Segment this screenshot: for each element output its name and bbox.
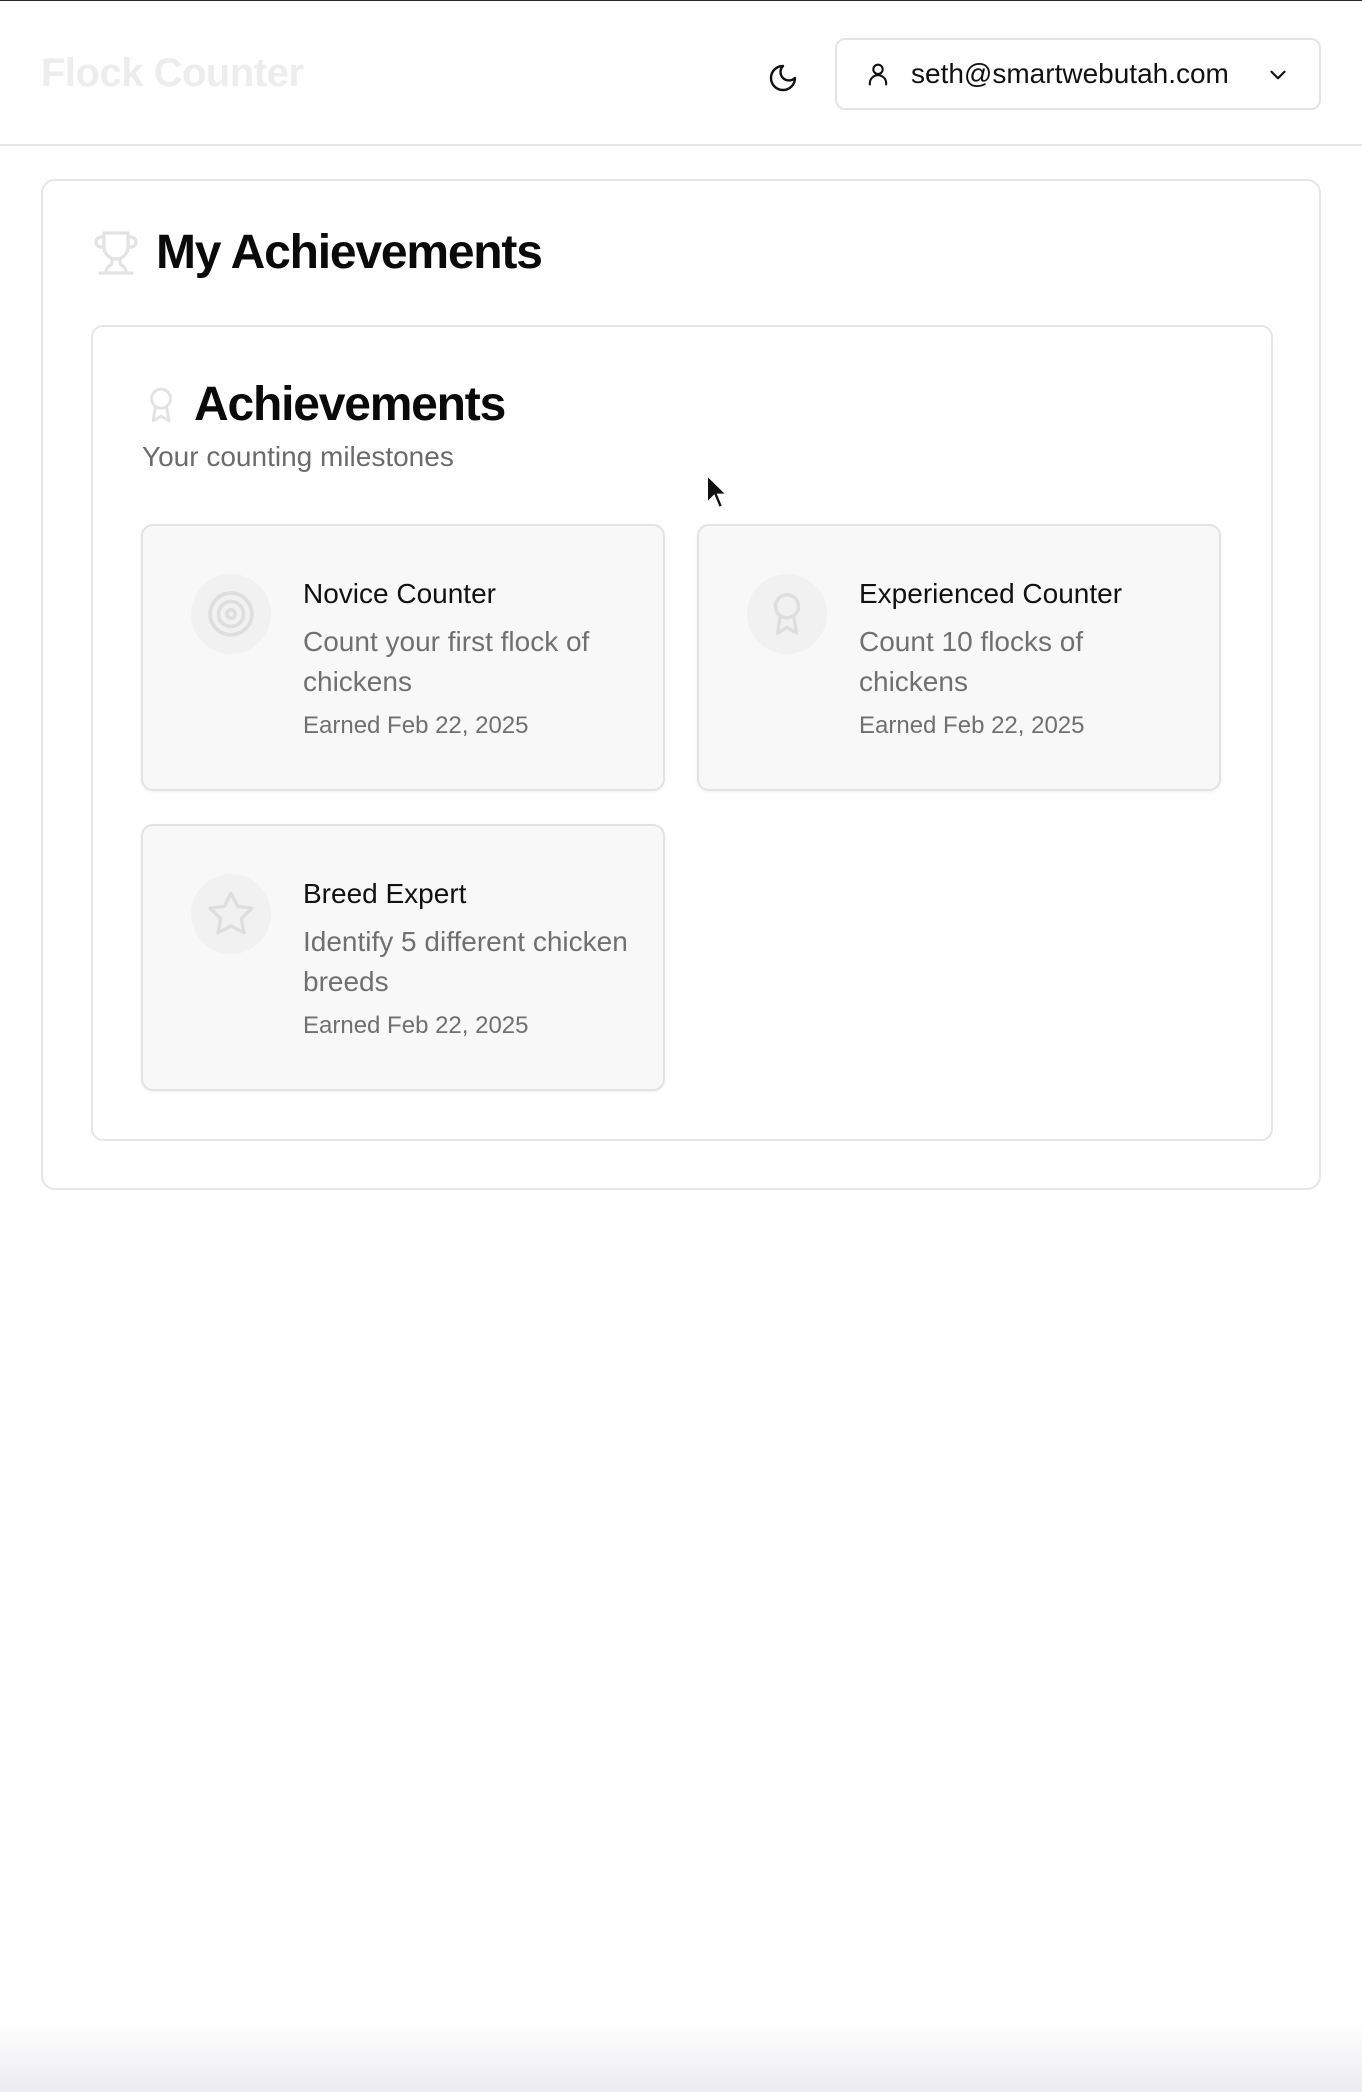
achievement-card: Breed Expert Identify 5 different chicke… bbox=[141, 824, 665, 1091]
achievement-card: Experienced Counter Count 10 flocks of c… bbox=[697, 524, 1221, 791]
section-subtitle: Your counting milestones bbox=[142, 441, 454, 472]
page-title: My Achievements bbox=[156, 226, 543, 279]
achievement-name: Breed Expert bbox=[303, 878, 467, 909]
achievement-icon-badge bbox=[747, 574, 827, 654]
moon-icon bbox=[769, 64, 797, 92]
achievements-page-card: My Achievements Achievements Your counti… bbox=[41, 179, 1321, 1190]
user-email: seth@smartwebutah.com bbox=[911, 58, 1229, 89]
achievement-description: Identify 5 different chicken breeds bbox=[303, 926, 628, 997]
target-icon bbox=[208, 591, 254, 637]
achievement-name: Novice Counter bbox=[303, 578, 496, 609]
achievement-icon-badge bbox=[191, 874, 271, 954]
app-header: Flock Counter seth@smartwebutah.com bbox=[0, 1, 1362, 146]
user-menu-button[interactable]: seth@smartwebutah.com bbox=[835, 38, 1321, 110]
achievement-earned-date: Earned Feb 22, 2025 bbox=[303, 712, 529, 739]
window-bottom-edge bbox=[0, 2020, 1362, 2092]
award-icon bbox=[773, 593, 801, 635]
mouse-cursor-icon bbox=[706, 473, 729, 510]
achievement-earned-date: Earned Feb 22, 2025 bbox=[859, 712, 1085, 739]
achievement-card: Novice Counter Count your first flock of… bbox=[141, 524, 665, 791]
theme-toggle-button[interactable] bbox=[758, 53, 808, 103]
chevron-down-icon bbox=[1270, 70, 1286, 80]
award-icon bbox=[150, 387, 172, 422]
achievement-description: Count 10 flocks of chickens bbox=[859, 626, 1084, 697]
achievement-icon-badge bbox=[191, 574, 271, 654]
user-icon bbox=[863, 59, 893, 89]
app-brand[interactable]: Flock Counter bbox=[41, 51, 304, 96]
page-heading: My Achievements bbox=[92, 225, 543, 280]
section-title: Achievements bbox=[194, 378, 506, 431]
star-icon bbox=[208, 891, 254, 935]
achievement-name: Experienced Counter bbox=[859, 578, 1123, 609]
section-heading: Achievements bbox=[142, 377, 506, 432]
achievement-earned-date: Earned Feb 22, 2025 bbox=[303, 1012, 529, 1039]
achievements-card: Achievements Your counting milestones No… bbox=[91, 325, 1273, 1141]
trophy-icon bbox=[94, 230, 138, 275]
achievement-description: Count your first flock of chickens bbox=[303, 626, 590, 697]
